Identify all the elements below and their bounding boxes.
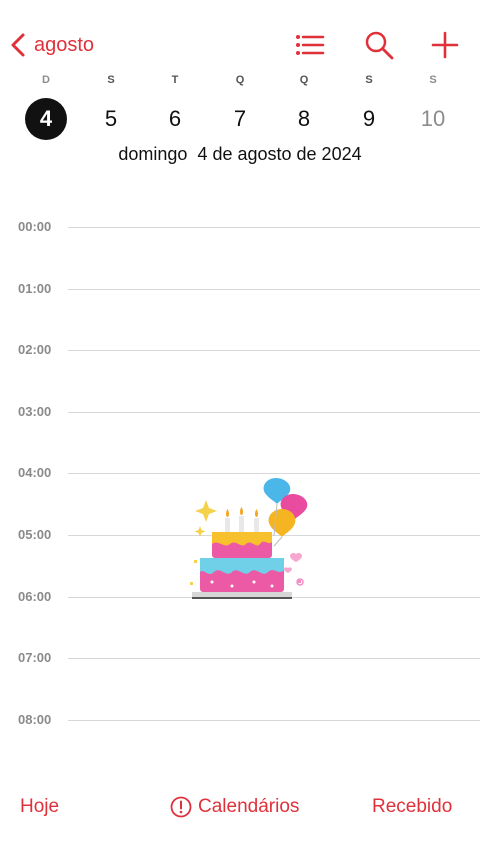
hour-label: 07:00	[18, 650, 52, 665]
top-navigation-bar: agosto	[0, 0, 480, 70]
day-cell-selected[interactable]: 4	[25, 98, 67, 140]
hour-row[interactable]: 07:00	[0, 648, 480, 668]
hour-divider	[68, 227, 480, 228]
weekday-label: S	[429, 74, 437, 86]
weekday-label: S	[107, 74, 115, 86]
hour-row[interactable]: 01:00	[0, 279, 480, 299]
hour-row[interactable]: 03:00	[0, 402, 480, 422]
hour-divider	[68, 289, 480, 290]
list-icon	[296, 35, 325, 55]
weekday-label: D	[42, 74, 50, 86]
inbox-button[interactable]: Recebido	[372, 796, 452, 818]
weekday-label: T	[171, 74, 179, 86]
selected-date-heading: domingo 4 de agosto de 2024	[0, 144, 480, 165]
today-button[interactable]: Hoje	[20, 796, 59, 818]
day-cell[interactable]: 10	[412, 98, 454, 140]
weekday-label: Q	[299, 74, 309, 86]
hour-label: 04:00	[18, 465, 52, 480]
hour-label: 03:00	[18, 404, 52, 419]
hour-label: 08:00	[18, 712, 52, 727]
weekday-label: S	[365, 74, 373, 86]
search-button[interactable]	[362, 28, 396, 62]
plus-icon	[431, 31, 459, 59]
day-cell[interactable]: 6	[154, 98, 196, 140]
chevron-left-icon	[11, 33, 25, 57]
back-label: agosto	[34, 33, 95, 56]
day-cell[interactable]: 9	[348, 98, 390, 140]
alert-circle-icon	[170, 796, 192, 818]
weekday-label: Q	[235, 74, 245, 86]
back-to-month-button[interactable]: agosto	[8, 28, 94, 62]
bottom-toolbar: Hoje Calendários Recebido	[0, 786, 480, 830]
hour-row[interactable]: 02:00	[0, 340, 480, 360]
hour-divider	[68, 658, 480, 659]
list-view-button[interactable]	[293, 28, 327, 62]
selected-weekday: domingo	[118, 144, 188, 164]
hour-label: 02:00	[18, 342, 52, 357]
day-cell[interactable]: 8	[283, 98, 325, 140]
hour-row[interactable]: 08:00	[0, 710, 480, 730]
hour-divider	[68, 720, 480, 721]
add-event-button[interactable]	[428, 28, 462, 62]
selected-full-date: 4 de agosto de 2024	[197, 144, 362, 164]
hour-label: 06:00	[18, 589, 52, 604]
search-icon	[365, 31, 394, 60]
hour-divider	[68, 412, 480, 413]
hour-divider	[68, 473, 480, 474]
hour-label: 05:00	[18, 527, 52, 542]
hour-divider	[68, 350, 480, 351]
hour-label: 01:00	[18, 281, 52, 296]
hour-label: 00:00	[18, 219, 52, 234]
calendars-label: Calendários	[198, 796, 300, 817]
hour-row[interactable]: 00:00	[0, 217, 480, 237]
birthday-cake-sticker	[188, 476, 314, 602]
day-cell[interactable]: 7	[219, 98, 261, 140]
calendars-button[interactable]: Calendários	[170, 796, 299, 818]
day-cell[interactable]: 5	[90, 98, 132, 140]
